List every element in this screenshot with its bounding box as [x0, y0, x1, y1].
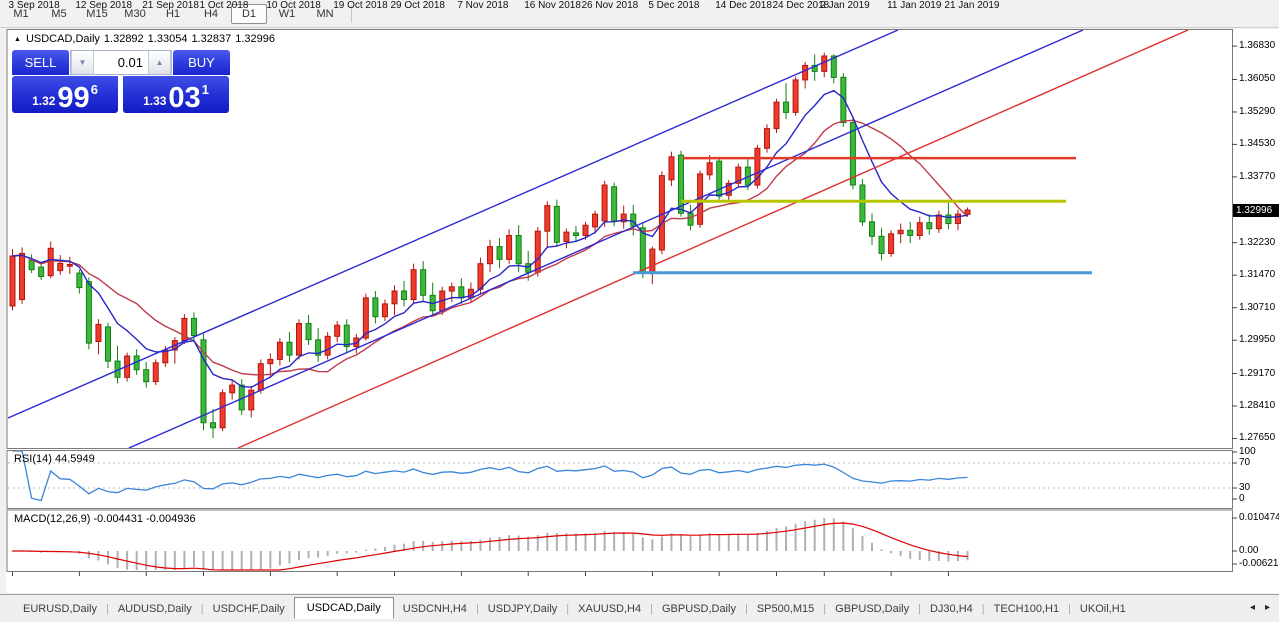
tab-usdchf-daily[interactable]: USDCHF,Daily	[204, 600, 294, 618]
buy-button[interactable]: BUY	[173, 50, 230, 75]
timeline-label: 1 Oct 2018	[200, 0, 249, 11]
volume-stepper: ▼ ▲	[70, 50, 172, 75]
tab-usdjpy-daily[interactable]: USDJPY,Daily	[479, 600, 567, 618]
timeline-label: 11 Jan 2019	[887, 0, 941, 11]
timeline-label: 2 Jan 2019	[820, 0, 870, 11]
timeline-label: 7 Nov 2018	[457, 0, 508, 11]
rsi-axis-label: 70	[1239, 457, 1250, 468]
rsi-axis-label: 30	[1239, 482, 1250, 493]
timeline-label: 12 Sep 2018	[75, 0, 132, 11]
collapse-icon[interactable]: ▲	[14, 36, 21, 43]
tab-sp500-m15[interactable]: SP500,M15	[748, 600, 823, 618]
one-click-trading-panel: SELL ▼ ▲ BUY 1.32 99 6 1.33 03 1	[12, 50, 230, 113]
tab-gbpusd-daily[interactable]: GBPUSD,Daily	[653, 600, 745, 618]
timeline-label: 5 Dec 2018	[648, 0, 699, 11]
sell-price-small: 1.32	[32, 94, 55, 108]
macd-axis-label: 0.010474	[1239, 512, 1279, 523]
price-axis-label: 1.29170	[1239, 368, 1275, 379]
price-axis-label: 1.30710	[1239, 302, 1275, 313]
terminal-window: M1M5M15M30H1H4D1W1MN ▲USDCAD,Daily1.3289…	[0, 0, 1279, 622]
price-axis-label: 1.28410	[1239, 400, 1275, 411]
price-axis-label: 1.31470	[1239, 269, 1275, 280]
timeline-label: 19 Oct 2018	[333, 0, 387, 11]
rsi-axis-label: 100	[1239, 446, 1256, 457]
tab-eurusd-daily[interactable]: EURUSD,Daily	[14, 600, 106, 618]
price-axis-label: 1.33770	[1239, 171, 1275, 182]
timeline-label: 21 Jan 2019	[944, 0, 999, 11]
buy-price-button[interactable]: 1.33 03 1	[123, 76, 229, 113]
tab-xauusd-h4[interactable]: XAUUSD,H4	[569, 600, 650, 618]
ohlc-low: 1.32837	[191, 33, 231, 45]
tab-dj30-h4[interactable]: DJ30,H4	[921, 600, 982, 618]
price-axis-label: 1.34530	[1239, 138, 1275, 149]
sell-price-big: 99	[57, 85, 89, 111]
tab-ukoil-h1[interactable]: UKOil,H1	[1071, 600, 1135, 618]
macd-main-value: -0.004431	[93, 513, 143, 525]
current-price-tag: 1.32996	[1233, 204, 1279, 217]
price-axis-label: 1.27650	[1239, 432, 1275, 443]
rsi-name: RSI(14)	[14, 453, 52, 465]
tab-usdcnh-h4[interactable]: USDCNH,H4	[394, 600, 476, 618]
tab-tech100-h1[interactable]: TECH100,H1	[985, 600, 1068, 618]
macd-axis-label: 0.00	[1239, 545, 1258, 556]
volume-increase-button[interactable]: ▲	[148, 51, 171, 74]
tab-gbpusd-daily[interactable]: GBPUSD,Daily	[826, 600, 918, 618]
volume-decrease-button[interactable]: ▼	[71, 51, 94, 74]
buy-price-big: 03	[168, 85, 200, 111]
chart-symbol-header: ▲ USDCAD,Daily 1.32892 1.330541.32837 1.3299…	[14, 33, 279, 45]
macd-name: MACD(12,26,9)	[14, 513, 90, 525]
sell-price-pip: 6	[91, 82, 98, 97]
timeline-label: 16 Nov 2018	[524, 0, 581, 11]
rsi-axis-label: 0	[1239, 493, 1245, 504]
price-axis-label: 1.36050	[1239, 73, 1275, 84]
buy-price-pip: 1	[202, 82, 209, 97]
rsi-indicator-label: RSI(14) 44.5949	[14, 453, 95, 465]
price-axis-label: 1.36830	[1239, 40, 1275, 51]
price-axis-label: 1.32230	[1239, 237, 1275, 248]
timeline-label: 26 Nov 2018	[582, 0, 639, 11]
macd-signal-value: -0.004936	[146, 513, 196, 525]
sell-price-button[interactable]: 1.32 99 6	[12, 76, 118, 113]
timeline-label: 14 Dec 2018	[715, 0, 772, 11]
tab-scroll-arrows: ◂ ▸	[1245, 600, 1275, 615]
timeline-label: 21 Sep 2018	[142, 0, 199, 11]
timeline-label: 29 Oct 2018	[391, 0, 445, 11]
ohlc-open: 1.32892	[104, 33, 144, 45]
timeline-label: 3 Sep 2018	[9, 0, 60, 11]
symbol-name: USDCAD,Daily	[26, 33, 100, 45]
macd-indicator-label: MACD(12,26,9) -0.004431 -0.004936	[14, 513, 196, 525]
tab-scroll-right-button[interactable]: ▸	[1260, 600, 1275, 615]
ohlc-high: 1.33054	[148, 33, 188, 45]
macd-axis-label: -0.006218	[1239, 558, 1279, 569]
rsi-value: 44.5949	[55, 453, 95, 465]
ohlc-close: 1.32996	[235, 33, 275, 45]
timeline-label: 10 Oct 2018	[266, 0, 320, 11]
price-axis-label: 1.29950	[1239, 334, 1275, 345]
tab-scroll-left-button[interactable]: ◂	[1245, 600, 1260, 615]
price-axis-label: 1.35290	[1239, 106, 1275, 117]
volume-input[interactable]	[94, 51, 148, 74]
buy-price-small: 1.33	[143, 94, 166, 108]
tab-audusd-daily[interactable]: AUDUSD,Daily	[109, 600, 201, 618]
chart-tab-bar: EURUSD,Daily|AUDUSD,Daily|USDCHF,DailyUS…	[0, 594, 1279, 622]
tab-usdcad-daily[interactable]: USDCAD,Daily	[294, 597, 394, 619]
sell-button[interactable]: SELL	[12, 50, 69, 75]
